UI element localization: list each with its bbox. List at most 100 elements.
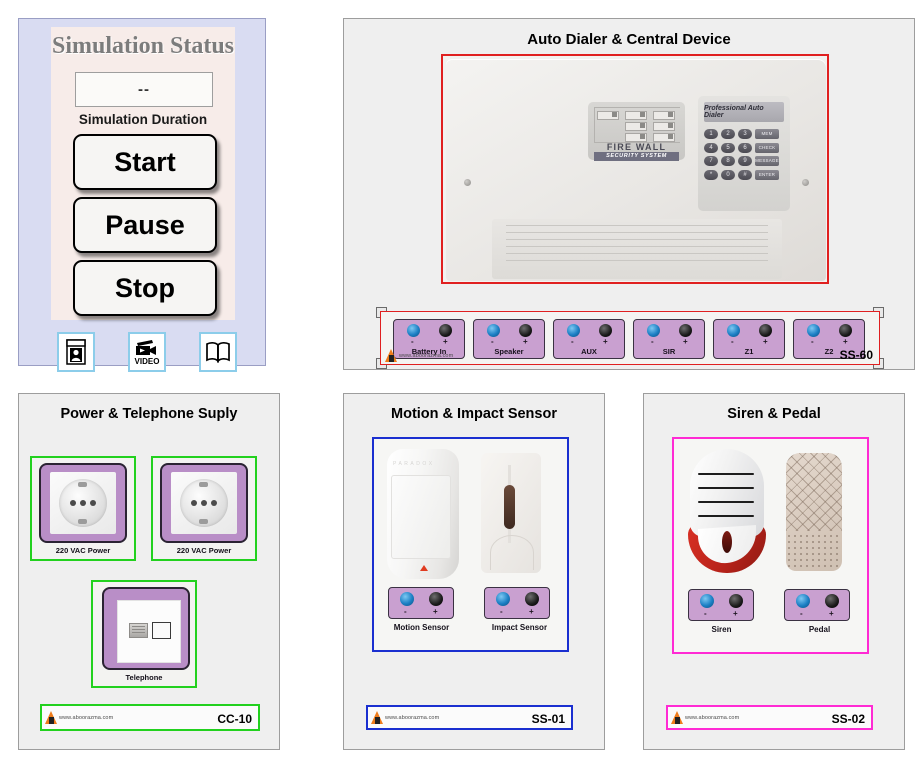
terminal-sir[interactable]: - + SIR <box>633 319 705 359</box>
sign-positive: + <box>529 607 534 616</box>
jack-negative-icon[interactable] <box>700 594 714 608</box>
jack-positive-icon[interactable] <box>825 594 839 608</box>
jack-negative-icon[interactable] <box>407 324 420 337</box>
watermark: www.aboorazma.com <box>371 711 439 724</box>
jack-negative-icon[interactable] <box>400 592 414 606</box>
key-8[interactable]: 8 <box>721 156 735 166</box>
key-0[interactable]: 0 <box>721 169 735 180</box>
telephone-socket-group[interactable]: Telephone <box>91 580 197 688</box>
book-person-icon[interactable] <box>57 332 95 372</box>
pause-button[interactable]: Pause <box>73 197 217 253</box>
sign-positive: + <box>763 337 768 346</box>
jack-negative-icon[interactable] <box>727 324 740 337</box>
pin-hole <box>70 500 76 506</box>
sign-negative: - <box>500 607 503 616</box>
pin-hole <box>191 500 197 506</box>
open-book-icon[interactable] <box>199 332 237 372</box>
key-check[interactable]: CHECK <box>755 142 779 153</box>
jack-positive-icon[interactable] <box>429 592 443 606</box>
jack-negative-icon[interactable] <box>487 324 500 337</box>
siren-slit <box>698 487 754 489</box>
auto-dialer-terminal-strip-selection[interactable]: - + Battery In - + Speaker - + AUX - + S… <box>376 307 884 369</box>
socket-1-group[interactable]: 220 VAC Power <box>30 456 136 561</box>
jack-positive-icon[interactable] <box>439 324 452 337</box>
pin-hole <box>211 500 217 506</box>
earth-clip <box>199 482 208 487</box>
motion-sensor-label: Motion Sensor <box>393 623 450 632</box>
jack-negative-icon[interactable] <box>796 594 810 608</box>
key-9[interactable]: 9 <box>738 156 752 166</box>
pir-led-triangle-icon <box>420 565 428 571</box>
key-7[interactable]: 7 <box>704 156 718 166</box>
stop-button[interactable]: Stop <box>73 260 217 316</box>
keypad-keys[interactable]: 1 2 3 MEM 4 5 6 CHECK 7 8 9 MESSAGE * 0 … <box>704 129 786 183</box>
terminal-aux[interactable]: - + AUX <box>553 319 625 359</box>
key-mem[interactable]: MEM <box>755 129 779 139</box>
auto-dialer-device-image[interactable]: FIRE WALL SECURITY SYSTEM Professional A… <box>441 54 829 284</box>
key-1[interactable]: 1 <box>704 129 718 139</box>
jack-positive-icon[interactable] <box>519 324 532 337</box>
keypad[interactable]: Professional Auto Dialer 1 2 3 MEM 4 5 6… <box>698 96 790 211</box>
terminal-motion-sensor[interactable]: - + <box>388 587 454 619</box>
socket-1-plate <box>50 472 116 534</box>
watermark-text: www.aboorazma.com <box>685 714 740 721</box>
video-icon[interactable]: VIDEO <box>128 332 166 372</box>
sign-positive: + <box>683 337 688 346</box>
key-4[interactable]: 4 <box>704 142 718 153</box>
siren-pedal-device-image[interactable]: - + Siren - + Pedal <box>672 437 869 654</box>
jack-negative-icon[interactable] <box>567 324 580 337</box>
key-3[interactable]: 3 <box>738 129 752 139</box>
terminal-z1[interactable]: - + Z1 <box>713 319 785 359</box>
sign-positive: + <box>443 337 448 346</box>
siren-label: Siren <box>711 625 732 634</box>
jack-positive-icon[interactable] <box>679 324 692 337</box>
terminal-siren[interactable]: - + <box>688 589 754 621</box>
jack-negative-icon[interactable] <box>807 324 820 337</box>
pin-hole <box>80 500 86 506</box>
siren-footer-bar: www.aboorazma.com SS-02 <box>666 705 873 730</box>
key-enter[interactable]: ENTER <box>755 169 779 180</box>
led-indicator-box: FIRE WALL SECURITY SYSTEM <box>588 102 685 161</box>
logo-icon <box>45 711 57 724</box>
jack-positive-icon[interactable] <box>599 324 612 337</box>
logo-icon <box>671 711 683 724</box>
key-star[interactable]: * <box>704 169 718 180</box>
siren-white-housing <box>690 449 764 537</box>
auto-dialer-panel: Auto Dialer & Central Device FIRE WALL S… <box>343 18 915 370</box>
motion-impact-device-image[interactable]: PARADOX - + Motion Sensor - + Impact Sen… <box>372 437 569 652</box>
sign-negative: - <box>800 609 803 618</box>
logo-icon <box>371 711 383 724</box>
led-zone2 <box>653 122 675 131</box>
telephone-socket-frame[interactable] <box>102 587 190 670</box>
key-hash[interactable]: # <box>738 169 752 180</box>
device-code: SS-01 <box>531 712 565 726</box>
socket-1-frame[interactable] <box>39 463 127 543</box>
start-button[interactable]: Start <box>73 134 217 190</box>
jack-negative-icon[interactable] <box>496 592 510 606</box>
key-message[interactable]: MESSAGE <box>755 156 779 166</box>
sign-positive: + <box>829 609 834 618</box>
led-zone4 <box>653 133 675 142</box>
key-6[interactable]: 6 <box>738 142 752 153</box>
socket-2-frame[interactable] <box>160 463 248 543</box>
alarm-panel-body: FIRE WALL SECURITY SYSTEM Professional A… <box>446 59 826 281</box>
key-2[interactable]: 2 <box>721 129 735 139</box>
jack-positive-icon[interactable] <box>729 594 743 608</box>
terminal-impact-sensor[interactable]: - + <box>484 587 550 619</box>
power-telephone-title: Power & Telephone Suply <box>60 406 238 422</box>
jack-positive-icon[interactable] <box>525 592 539 606</box>
jack-positive-icon[interactable] <box>759 324 772 337</box>
socket-2-group[interactable]: 220 VAC Power <box>151 456 257 561</box>
logo-icon <box>385 349 397 362</box>
simulation-duration-label: Simulation Duration <box>78 112 208 127</box>
earth-clip <box>78 482 87 487</box>
terminal-pedal[interactable]: - + <box>784 589 850 621</box>
sign-positive: + <box>523 337 528 346</box>
terminal-speaker[interactable]: - + Speaker <box>473 319 545 359</box>
jack-positive-icon[interactable] <box>839 324 852 337</box>
power-footer-bar: www.aboorazma.com CC-10 <box>40 704 260 731</box>
siren-image <box>688 449 766 574</box>
sign-negative: - <box>811 337 814 346</box>
jack-negative-icon[interactable] <box>647 324 660 337</box>
key-5[interactable]: 5 <box>721 142 735 153</box>
